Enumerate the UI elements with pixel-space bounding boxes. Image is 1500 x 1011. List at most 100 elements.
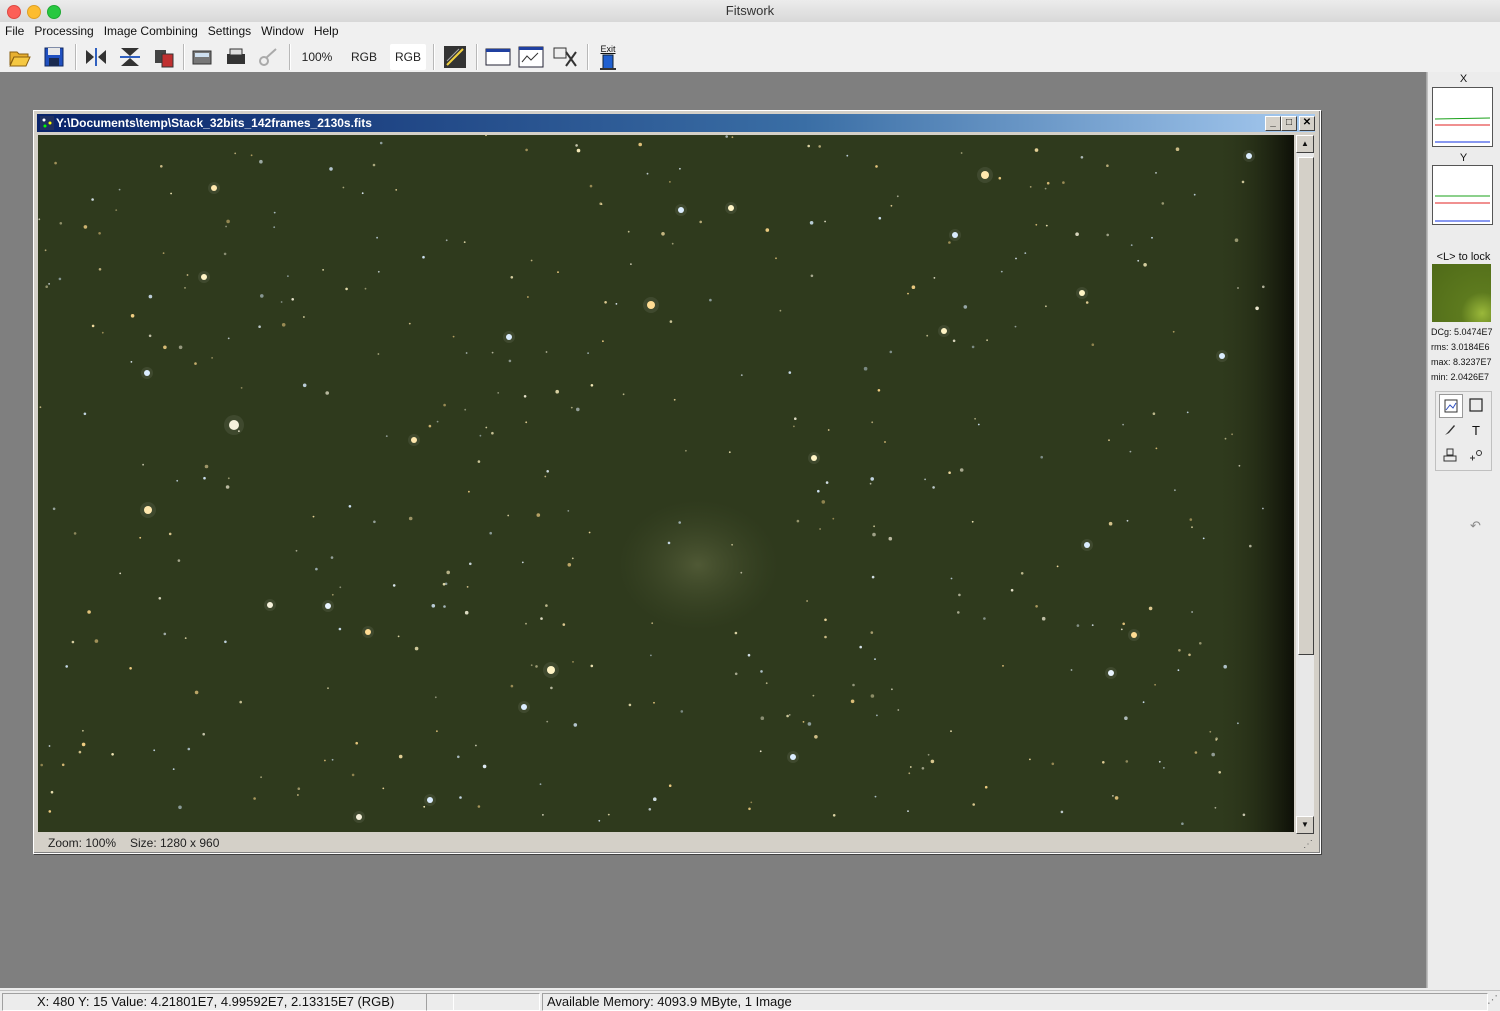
app-titlebar: Fitswork [0, 0, 1500, 23]
undo-icon[interactable]: ↶ [1470, 518, 1481, 534]
star [385, 435, 388, 437]
star [184, 637, 187, 639]
image-window-titlebar[interactable]: Y:\Documents\temp\Stack_32bits_142frames… [37, 114, 1315, 132]
scan-icon[interactable] [188, 44, 216, 70]
star [1262, 507, 1264, 510]
star [1041, 616, 1046, 621]
star [1046, 181, 1050, 185]
star [806, 600, 808, 602]
star [139, 536, 142, 539]
star [576, 407, 580, 412]
rgb-button[interactable]: RGB [346, 44, 382, 70]
star [482, 764, 487, 769]
star [331, 593, 334, 596]
star [1091, 624, 1094, 626]
zoom-100-button[interactable]: 100% [298, 44, 336, 70]
star [590, 664, 594, 668]
star [530, 259, 533, 262]
menu-processing[interactable]: Processing [29, 22, 98, 40]
star [479, 434, 482, 437]
star-glow [643, 297, 659, 313]
menu-window[interactable]: Window [256, 22, 309, 40]
star [81, 742, 86, 747]
star-glow [725, 202, 737, 214]
exit-button[interactable]: Exit [594, 44, 622, 70]
star [507, 514, 510, 517]
print-icon[interactable] [222, 44, 250, 70]
star [443, 605, 446, 608]
image-maximize-button[interactable]: □ [1281, 116, 1297, 131]
star [329, 167, 333, 171]
stamp-tool-icon[interactable] [1439, 444, 1461, 466]
rgb-toggle-button[interactable]: RGB [390, 44, 426, 70]
star [734, 672, 738, 676]
star [957, 611, 960, 614]
star [459, 796, 462, 799]
star [287, 275, 289, 277]
star [1024, 252, 1027, 254]
star [907, 292, 909, 295]
star [870, 694, 875, 698]
add-point-tool-icon[interactable] [1465, 444, 1487, 466]
star [699, 220, 702, 224]
image-window: Y:\Documents\temp\Stack_32bits_142frames… [33, 110, 1321, 854]
star [1035, 605, 1038, 608]
star [1075, 232, 1079, 236]
scroll-up-button[interactable]: ▲ [1296, 135, 1314, 153]
image-minimize-button[interactable]: _ [1265, 116, 1281, 131]
minimize-window-button[interactable] [27, 5, 41, 19]
star [153, 749, 156, 752]
resize-grip-icon[interactable]: ⋰ [1303, 837, 1313, 853]
star [119, 572, 122, 575]
image-tool-icon[interactable] [1439, 394, 1463, 418]
star [555, 389, 559, 394]
menu-help[interactable]: Help [309, 22, 344, 40]
menu-file[interactable]: File [0, 22, 29, 40]
tools-icon[interactable] [551, 44, 579, 70]
star [442, 582, 446, 586]
star-field-image[interactable] [38, 135, 1294, 832]
star [627, 230, 630, 233]
image-close-button[interactable]: ✕ [1299, 116, 1315, 131]
star [48, 745, 51, 747]
x-profile-graph [1432, 87, 1493, 147]
flip-vertical-icon[interactable] [116, 44, 144, 70]
star [361, 192, 364, 195]
histogram-icon[interactable] [441, 44, 469, 70]
scroll-thumb[interactable] [1298, 157, 1314, 655]
open-folder-icon[interactable] [6, 44, 34, 70]
menu-settings[interactable]: Settings [203, 22, 256, 40]
star [671, 242, 674, 245]
star [1237, 287, 1239, 289]
window-icon[interactable] [484, 44, 512, 70]
maximize-window-button[interactable] [47, 5, 61, 19]
flip-horizontal-icon[interactable] [82, 44, 110, 70]
chart-window-icon[interactable] [517, 44, 545, 70]
rectangle-tool-icon[interactable] [1465, 394, 1487, 416]
y-profile-graph [1432, 165, 1493, 225]
star [1106, 164, 1109, 167]
star [364, 287, 367, 290]
astro-image-canvas[interactable] [38, 135, 1294, 832]
star [852, 683, 855, 687]
scroll-down-button[interactable]: ▼ [1296, 816, 1314, 834]
star [45, 285, 48, 288]
save-disk-icon[interactable] [40, 44, 68, 70]
star [875, 165, 878, 168]
star [327, 687, 329, 690]
text-tool-icon[interactable]: T [1465, 419, 1487, 441]
menu-image-combining[interactable]: Image Combining [99, 22, 203, 40]
star [91, 198, 94, 201]
close-window-button[interactable] [7, 5, 21, 19]
star [983, 617, 986, 620]
star [525, 421, 528, 424]
stat-min: min: 2.0426E7 [1431, 372, 1490, 382]
stat-rms: rms: 3.0184E6 [1431, 342, 1490, 352]
image-vertical-scrollbar[interactable]: ▲ ▼ [1296, 135, 1314, 834]
pen-tool-icon[interactable] [1439, 419, 1461, 441]
star [78, 750, 82, 754]
window-resize-grip-icon[interactable]: ⋰ [1487, 993, 1498, 1006]
star [58, 277, 62, 281]
star [1029, 758, 1031, 761]
rotate-icon[interactable] [150, 44, 178, 70]
